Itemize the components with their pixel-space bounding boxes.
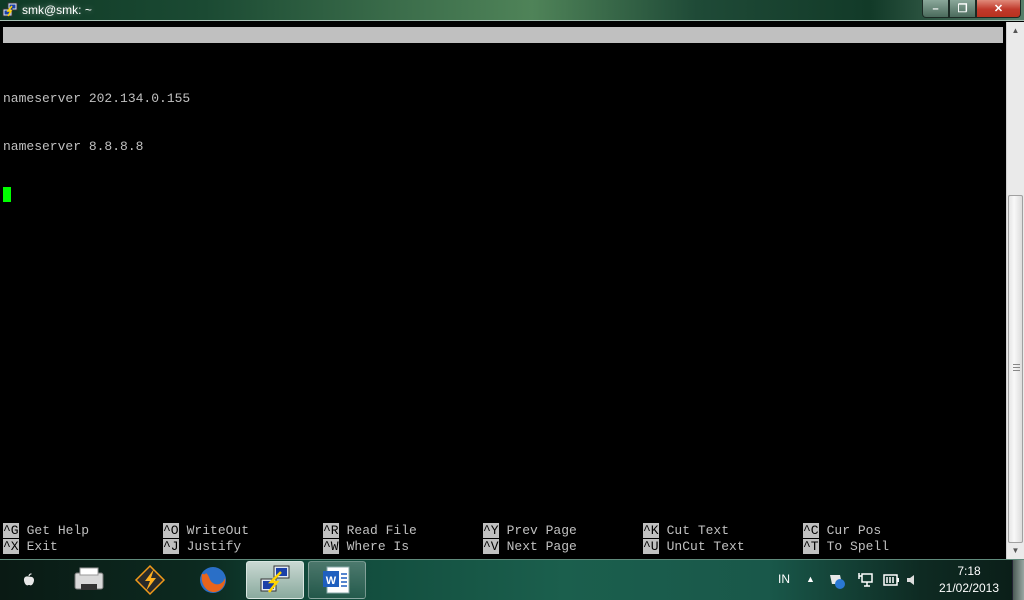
shortcut-key: ^C	[803, 523, 819, 538]
nano-filename: File: /etc/resolv.conf	[350, 59, 522, 74]
shortcut-label: Justify	[186, 539, 242, 554]
shortcut-justify[interactable]: ^J Justify	[163, 539, 241, 555]
shortcut-next-page[interactable]: ^V Next Page	[483, 539, 577, 555]
shortcut-row: ^X Exit ^J Justify ^W Where Is ^V Next Page …	[3, 539, 1003, 555]
show-hidden-icons-button[interactable]: ▲	[806, 574, 815, 584]
shortcut-label: Next Page	[506, 539, 577, 554]
word-icon: W	[323, 566, 350, 594]
taskbar-printer[interactable]	[60, 561, 118, 599]
shortcut-key: ^U	[643, 539, 659, 554]
shortcut-uncut-text[interactable]: ^U UnCut Text	[643, 539, 745, 555]
shortcut-label: To Spell	[826, 539, 890, 554]
svg-text:W: W	[326, 575, 337, 587]
language-indicator[interactable]: IN	[778, 572, 790, 586]
taskbar: W IN ▲ 7:18 21/02/2013	[0, 559, 1024, 600]
shortcut-label: Prev Page	[506, 523, 577, 538]
volume-icon[interactable]	[906, 574, 918, 586]
scroll-up-arrow-icon[interactable]: ▲	[1007, 22, 1024, 39]
shortcut-label: Exit	[26, 539, 58, 554]
terminal[interactable]: GNU nano 2.0.7 File: /etc/resolv.conf Mo…	[0, 22, 1006, 559]
shortcut-label: Get Help	[26, 523, 90, 538]
clock-date: 21/02/2013	[938, 581, 1000, 595]
scrollbar-thumb[interactable]	[1008, 195, 1023, 543]
show-desktop-button[interactable]	[1012, 560, 1024, 600]
shortcut-label: WriteOut	[186, 523, 250, 538]
grip-icon	[1013, 364, 1020, 372]
shortcut-key: ^G	[3, 523, 19, 538]
network-icon[interactable]	[857, 572, 873, 588]
nano-version: GNU nano 2.0.7	[19, 43, 129, 58]
clock-time: 7:18	[957, 564, 981, 578]
winamp-icon	[134, 564, 166, 596]
printer-icon	[74, 567, 104, 590]
minimize-button[interactable]: –	[922, 0, 949, 18]
shortcut-row: ^G Get Help ^O WriteOut ^R Read File ^Y Prev…	[3, 523, 1003, 539]
window-title: smk@smk: ~	[22, 3, 92, 17]
window-titlebar[interactable]: smk@smk: ~ – ❐ ✕	[0, 0, 1024, 21]
nano-header-bar: GNU nano 2.0.7 File: /etc/resolv.conf Mo…	[3, 27, 1003, 90]
taskbar-word[interactable]: W	[308, 561, 366, 599]
shortcut-label: Where Is	[346, 539, 410, 554]
scroll-down-arrow-icon[interactable]: ▼	[1007, 542, 1024, 559]
taskbar-putty[interactable]	[246, 561, 304, 599]
shortcut-key: ^K	[643, 523, 659, 538]
shortcut-writeout[interactable]: ^O WriteOut	[163, 523, 249, 539]
shortcut-key: ^R	[323, 523, 339, 538]
editor-buffer[interactable]: nameserver 202.134.0.155 nameserver 8.8.…	[3, 59, 190, 235]
nano-modified-status: Modified	[924, 75, 987, 90]
nano-shortcut-bar: ^G Get Help ^O WriteOut ^R Read File ^Y Prev…	[3, 523, 1003, 555]
shortcut-key: ^V	[483, 539, 499, 554]
shortcut-prev-page[interactable]: ^Y Prev Page	[483, 523, 577, 539]
shortcut-key: ^T	[803, 539, 819, 554]
vertical-scrollbar[interactable]: ▲ ▼	[1006, 22, 1024, 559]
shortcut-label: Cur Pos	[826, 523, 882, 538]
shortcut-label: Cut Text	[666, 523, 730, 538]
shortcut-label: UnCut Text	[666, 539, 745, 554]
shortcut-cut-text[interactable]: ^K Cut Text	[643, 523, 729, 539]
clock[interactable]: 7:18 21/02/2013	[928, 563, 1010, 597]
buffer-line: nameserver 8.8.8.8	[3, 139, 144, 154]
taskbar-winamp[interactable]	[121, 561, 179, 599]
shortcut-key: ^J	[163, 539, 179, 554]
battery-icon[interactable]	[883, 574, 899, 586]
shortcut-label: Read File	[346, 523, 417, 538]
shortcut-key: ^O	[163, 523, 179, 538]
maximize-button[interactable]: ❐	[949, 0, 976, 18]
shortcut-key: ^X	[3, 539, 19, 554]
shortcut-get-help[interactable]: ^G Get Help	[3, 523, 89, 539]
shortcut-key: ^Y	[483, 523, 499, 538]
window-controls: – ❐ ✕	[922, 0, 1021, 18]
close-button[interactable]: ✕	[976, 0, 1021, 18]
shortcut-read-file[interactable]: ^R Read File	[323, 523, 417, 539]
text-cursor	[3, 187, 11, 202]
action-center-icon[interactable]	[828, 572, 846, 590]
shortcut-exit[interactable]: ^X Exit	[3, 539, 58, 555]
putty-icon	[260, 565, 290, 593]
taskbar-firefox[interactable]	[184, 561, 242, 599]
taskbar-start-apple[interactable]	[0, 561, 58, 599]
shortcut-to-spell[interactable]: ^T To Spell	[803, 539, 889, 555]
buffer-line: nameserver 202.134.0.155	[3, 91, 191, 106]
firefox-icon	[200, 567, 226, 593]
apple-icon	[23, 573, 35, 586]
putty-app-icon[interactable]	[2, 2, 18, 18]
shortcut-where-is[interactable]: ^W Where Is	[323, 539, 409, 555]
shortcut-key: ^W	[323, 539, 339, 554]
shortcut-cur-pos[interactable]: ^C Cur Pos	[803, 523, 881, 539]
